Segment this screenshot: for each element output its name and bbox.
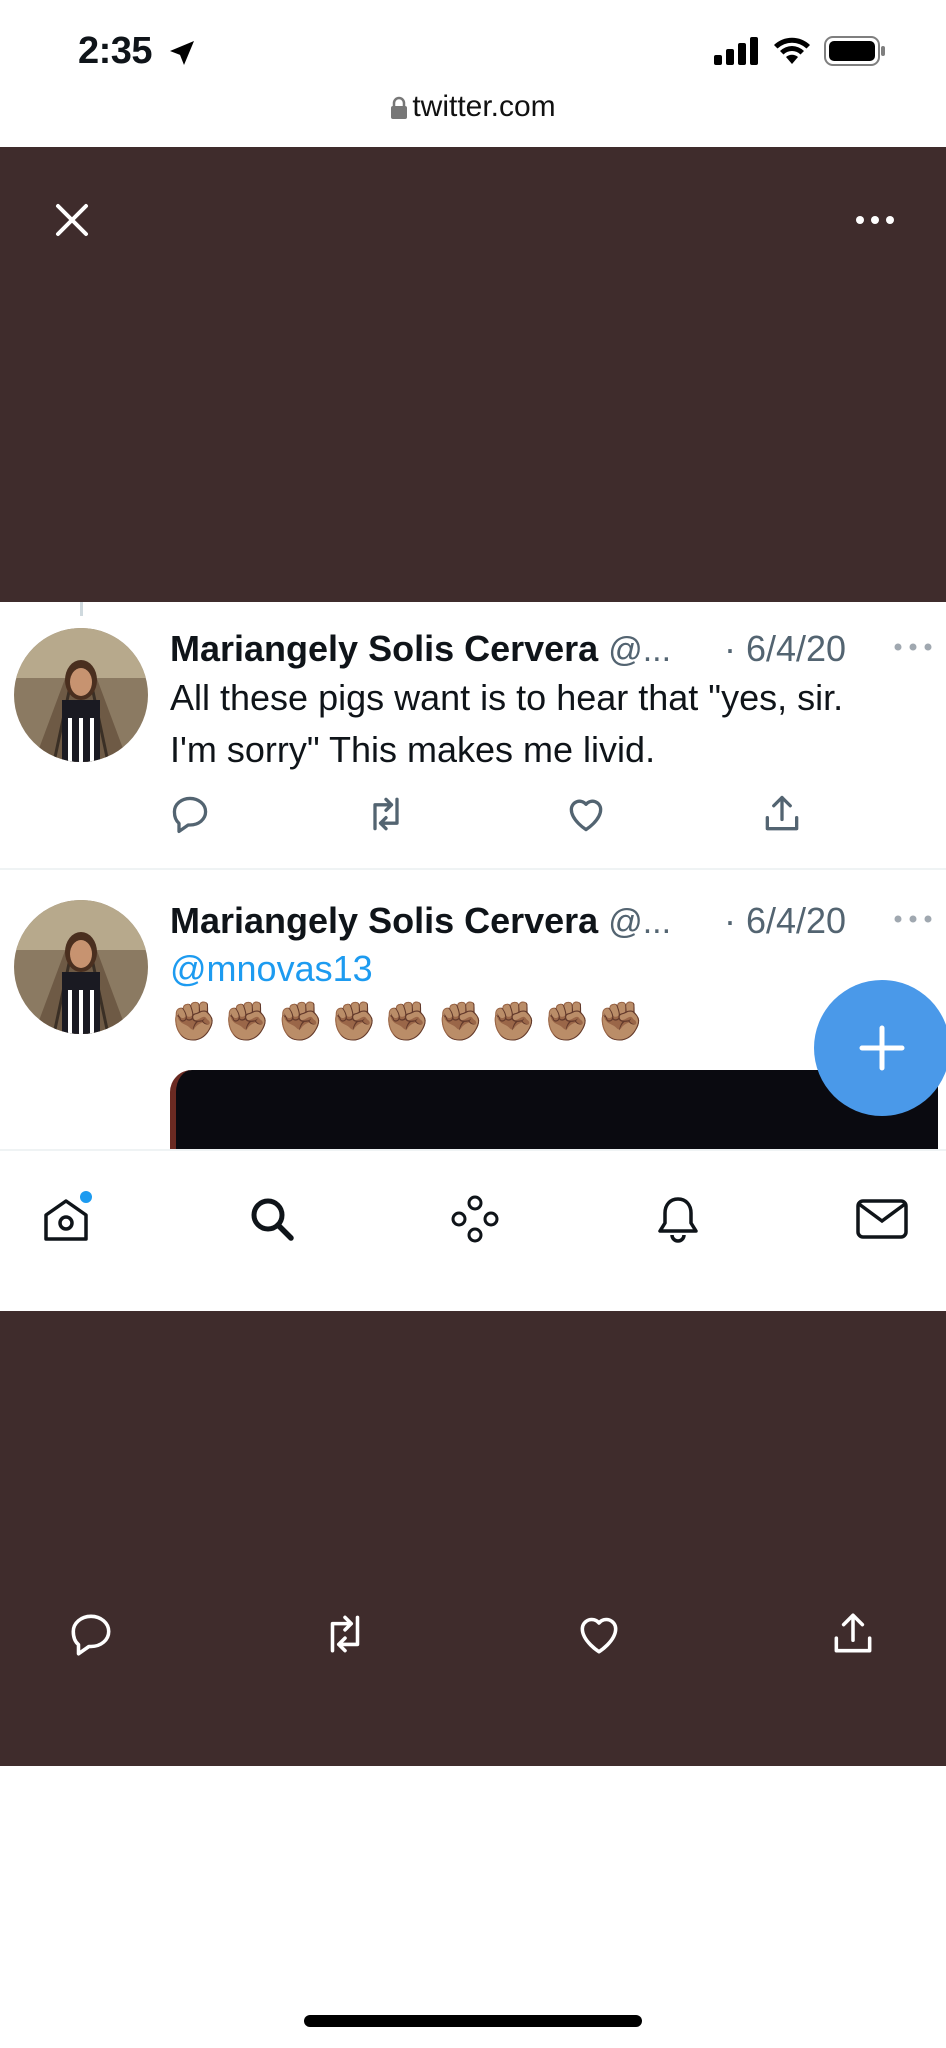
emoji-row: ✊🏽✊🏽✊🏽✊🏽✊🏽✊🏽✊🏽✊🏽✊🏽 xyxy=(170,1001,650,1043)
tweet-more-icon[interactable] xyxy=(893,914,933,924)
spaces-icon[interactable] xyxy=(447,1191,503,1247)
like-icon[interactable] xyxy=(574,1609,624,1659)
signal-icon xyxy=(714,37,758,65)
tweet-text-line: All these pigs want is to hear that "yes… xyxy=(170,677,844,718)
tweet-more-icon[interactable] xyxy=(893,642,933,652)
status-time-text: 2:35 xyxy=(78,30,153,72)
home-indicator[interactable] xyxy=(304,2015,642,2027)
media-image[interactable]: Mariangely Solis Cervera @... · 6/4/20 A… xyxy=(0,602,946,1311)
close-icon[interactable] xyxy=(52,200,92,240)
notifications-icon[interactable] xyxy=(650,1191,706,1247)
author-name: Mariangely Solis Cervera xyxy=(170,900,599,941)
home-icon[interactable] xyxy=(38,1191,94,1247)
messages-icon[interactable] xyxy=(854,1191,910,1247)
share-icon[interactable] xyxy=(760,792,804,836)
like-icon[interactable] xyxy=(564,792,608,836)
bottom-tab-bar xyxy=(0,1149,946,1311)
retweet-icon[interactable] xyxy=(320,1609,370,1659)
thread-line xyxy=(80,602,83,616)
author-name: Mariangely Solis Cervera xyxy=(170,628,599,669)
more-horizontal-icon[interactable] xyxy=(855,212,895,228)
avatar[interactable] xyxy=(14,900,148,1034)
battery-icon xyxy=(824,36,885,66)
plus-icon xyxy=(859,1025,905,1071)
reply-icon[interactable] xyxy=(66,1609,116,1659)
author-handle: @... xyxy=(608,903,672,941)
lock-icon xyxy=(391,96,408,120)
compose-button[interactable] xyxy=(814,980,946,1116)
address-bar[interactable]: twitter.com xyxy=(0,90,946,124)
avatar[interactable] xyxy=(14,628,148,762)
mention-link[interactable]: @mnovas13 xyxy=(170,948,373,990)
share-icon[interactable] xyxy=(828,1609,878,1659)
wifi-icon xyxy=(774,37,810,64)
tweet-date[interactable]: · 6/4/20 xyxy=(724,628,846,670)
status-icons xyxy=(714,36,886,66)
tweet-text: All these pigs want is to hear that "yes… xyxy=(170,672,930,776)
media-viewer-top xyxy=(0,147,946,602)
location-arrow-icon xyxy=(170,40,195,65)
tweet-author[interactable]: Mariangely Solis Cervera @... xyxy=(170,628,671,670)
tweet-date[interactable]: · 6/4/20 xyxy=(724,900,846,942)
reply-icon[interactable] xyxy=(168,792,212,836)
tweet-text-line: I'm sorry" This makes me livid. xyxy=(170,729,656,770)
search-icon[interactable] xyxy=(244,1191,300,1247)
tweet-divider xyxy=(0,868,946,870)
author-handle: @... xyxy=(608,631,672,669)
retweet-icon[interactable] xyxy=(364,792,408,836)
url-text: twitter.com xyxy=(412,90,556,123)
media-viewer-bottom xyxy=(0,1311,946,1766)
status-time: 2:35 xyxy=(78,30,198,73)
tweet-author[interactable]: Mariangely Solis Cervera @... xyxy=(170,900,671,942)
